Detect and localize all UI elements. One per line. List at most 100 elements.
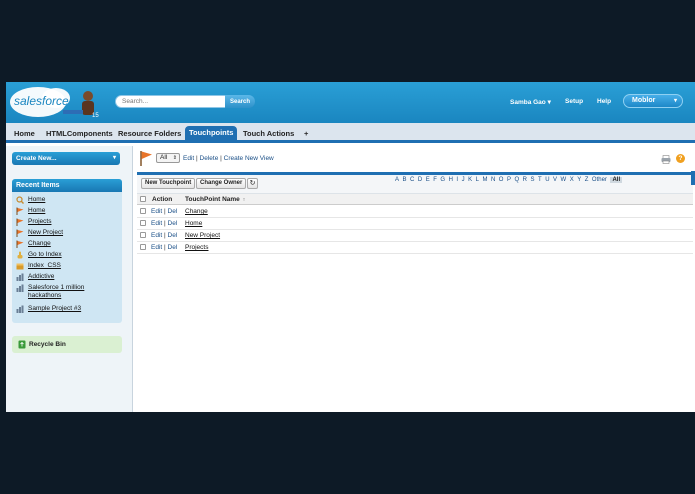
recent-item-label: Salesforce 1 million hackathons [28, 284, 85, 299]
alphabet-all[interactable]: All [610, 177, 623, 183]
tab-resource-folders[interactable]: Resource Folders [114, 127, 185, 143]
alphabet-letter[interactable]: C [410, 177, 414, 183]
touchpoint-name-link[interactable]: Home [185, 220, 202, 227]
del-link[interactable]: Del [168, 232, 178, 239]
recycle-bin[interactable]: Recycle Bin [12, 336, 122, 353]
touchpoint-name-link[interactable]: Projects [185, 244, 208, 251]
column-header-action: Action [152, 196, 173, 203]
sidebar-collapse-handle[interactable] [691, 171, 695, 185]
create-view-link[interactable]: Create New View [224, 155, 274, 162]
global-header: salesforce 15 Search Samba Gao ▾ Setup H… [6, 82, 695, 123]
alphabet-letter[interactable]: F [433, 177, 437, 183]
row-checkbox[interactable] [140, 220, 146, 226]
alphabet-letter[interactable]: J [462, 177, 465, 183]
alphabet-letter[interactable]: Other [592, 177, 607, 183]
alphabet-letter[interactable]: S [531, 177, 535, 183]
edit-link[interactable]: Edit [151, 232, 162, 239]
tab-touchpoints[interactable]: Touchpoints [185, 126, 238, 143]
alphabet-letter[interactable]: A [395, 177, 399, 183]
alphabet-letter[interactable]: I [456, 177, 458, 183]
edit-link[interactable]: Edit [151, 244, 162, 251]
alphabet-letter[interactable]: Q [514, 177, 519, 183]
list-toolbar: New Touchpoint Change Owner ↻ ABCDEFGHIJ… [137, 175, 693, 194]
table-header: Action TouchPoint Name ↑ [137, 194, 693, 205]
alphabet-letter[interactable]: H [449, 177, 453, 183]
alphabet-letter[interactable]: O [499, 177, 504, 183]
tab-touch-actions[interactable]: Touch Actions [239, 127, 298, 143]
refresh-button[interactable]: ↻ [247, 178, 258, 189]
alphabet-letter[interactable]: E [426, 177, 430, 183]
alphabet-letter[interactable]: L [476, 177, 479, 183]
column-header-name-label: TouchPoint Name [185, 196, 240, 203]
alphabet-letter[interactable]: M [482, 177, 487, 183]
svg-text:15: 15 [92, 113, 99, 119]
alphabet-letter[interactable]: V [553, 177, 557, 183]
delete-view-link[interactable]: Delete [200, 155, 219, 162]
alphabet-letter[interactable]: U [545, 177, 549, 183]
chevron-down-icon: ▾ [547, 99, 551, 106]
edit-link[interactable]: Edit [151, 220, 162, 227]
new-touchpoint-button[interactable]: New Touchpoint [141, 178, 196, 189]
edit-view-link[interactable]: Edit [183, 155, 194, 162]
del-link[interactable]: Del [168, 244, 178, 251]
recent-item-label: Addictive [28, 273, 55, 280]
svg-text:salesforce: salesforce [14, 94, 69, 108]
alphabet-letter[interactable]: K [468, 177, 472, 183]
view-select[interactable]: All ⇕ [156, 153, 180, 163]
recent-item[interactable]: Salesforce 1 million hackathons [16, 284, 116, 302]
flag-icon [16, 207, 24, 215]
view-links: Edit | Delete | Create New View [183, 155, 274, 162]
alphabet-letter[interactable]: B [403, 177, 407, 183]
help-link[interactable]: Help [597, 98, 611, 105]
alphabet-letter[interactable]: Z [585, 177, 589, 183]
salesforce-logo[interactable]: salesforce 15 [8, 84, 100, 120]
change-owner-button[interactable]: Change Owner [196, 178, 247, 189]
alphabet-letter[interactable]: N [491, 177, 495, 183]
touchpoint-name-link[interactable]: Change [185, 208, 208, 215]
print-icon[interactable] [661, 155, 671, 164]
touchpoint-name-link[interactable]: New Project [185, 232, 220, 239]
recycle-bin-label: Recycle Bin [29, 341, 66, 348]
alphabet-letter[interactable]: P [507, 177, 511, 183]
chart-icon [16, 305, 24, 313]
setup-link[interactable]: Setup [565, 98, 583, 105]
help-icon[interactable]: ? [676, 154, 685, 163]
tab-bar: Home HTMLComponents Resource Folders Tou… [6, 123, 695, 143]
create-new-button[interactable]: Create New... ▾ [12, 152, 120, 165]
alphabet-letter[interactable]: G [440, 177, 445, 183]
row-checkbox[interactable] [140, 244, 146, 250]
row-checkbox[interactable] [140, 232, 146, 238]
search-input[interactable] [115, 95, 227, 108]
select-all-checkbox[interactable] [140, 196, 146, 202]
flag-icon [16, 229, 24, 237]
alphabet-letter[interactable]: T [538, 177, 542, 183]
chart-icon [16, 273, 24, 281]
alphabet-letter[interactable]: R [523, 177, 527, 183]
del-link[interactable]: Del [168, 220, 178, 227]
recent-item-label: Index_CSS [28, 262, 61, 269]
tab-home[interactable]: Home [10, 127, 39, 143]
magnifier-icon [16, 196, 24, 204]
recent-items-panel: Recent Items Home Home Projects New Proj… [12, 179, 122, 323]
separator: | [164, 232, 166, 239]
alphabet-letter[interactable]: W [561, 177, 567, 183]
tab-add[interactable]: + [300, 127, 312, 143]
user-menu[interactable]: Samba Gao ▾ [510, 98, 551, 106]
search-button[interactable]: Search [225, 95, 255, 108]
app-picker[interactable]: Moblor ▾ [623, 94, 683, 108]
alphabet-letter[interactable]: X [570, 177, 574, 183]
del-link[interactable]: Del [168, 208, 178, 215]
table-row: Edit | Del New Project [137, 230, 693, 242]
table-row: Edit | Del Home [137, 218, 693, 230]
edit-link[interactable]: Edit [151, 208, 162, 215]
alphabet-letter[interactable]: Y [577, 177, 581, 183]
row-checkbox[interactable] [140, 208, 146, 214]
alphabet-letter[interactable]: D [418, 177, 422, 183]
chevron-updown-icon: ⇕ [172, 155, 177, 161]
sort-arrow-icon: ↑ [242, 197, 246, 203]
row-actions: Edit | Del [151, 232, 177, 239]
recent-item-label: Sample Project #3 [28, 305, 82, 312]
chevron-down-icon: ▾ [673, 98, 677, 104]
column-header-name[interactable]: TouchPoint Name ↑ [185, 196, 245, 203]
tab-htmlcomponents[interactable]: HTMLComponents [42, 127, 117, 143]
